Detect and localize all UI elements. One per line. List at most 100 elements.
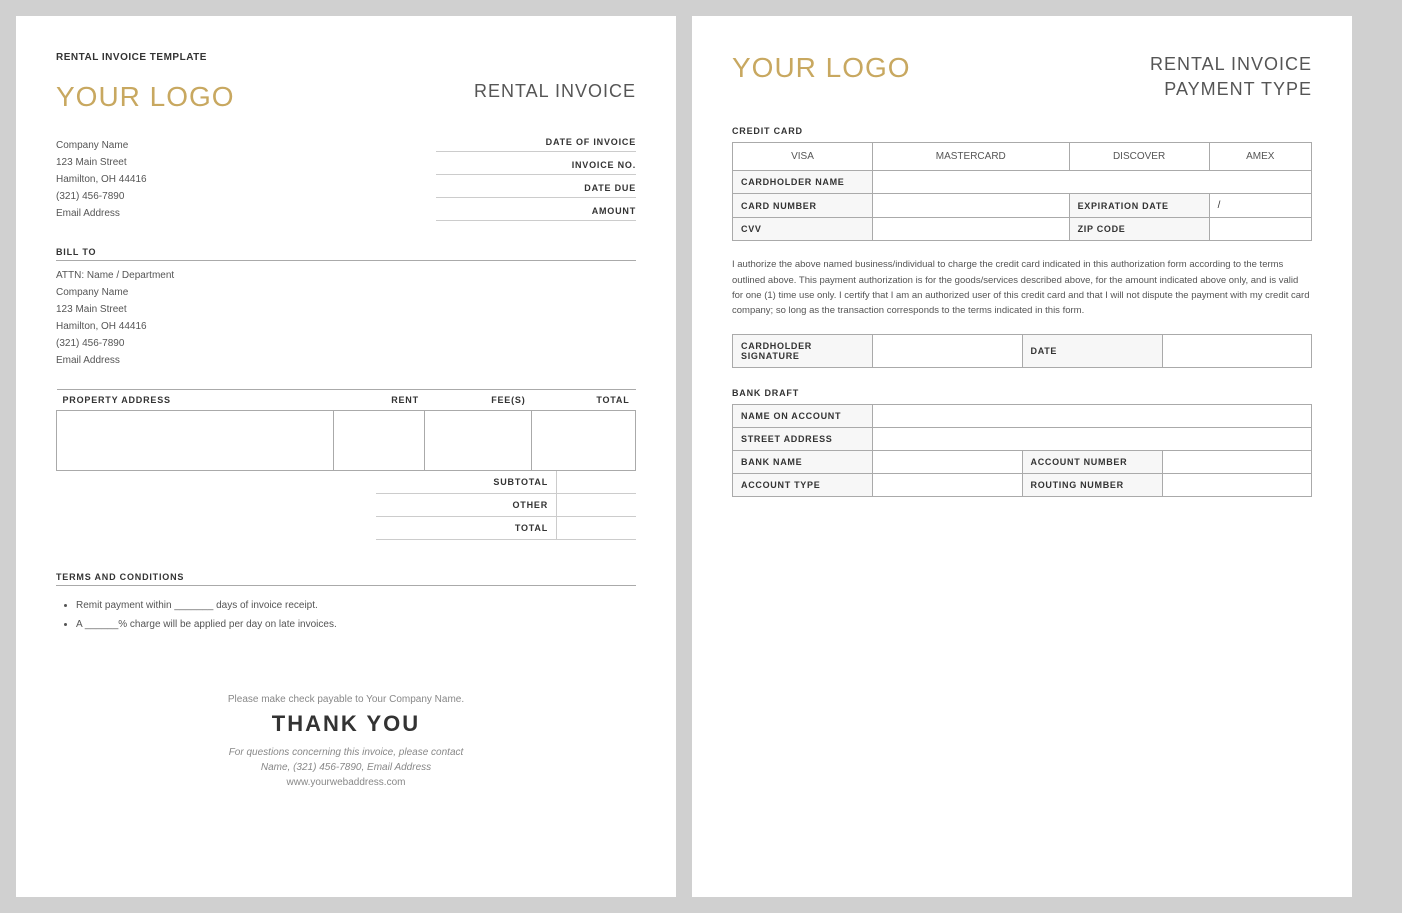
- cc-options-row: VISA MASTERCARD DISCOVER AMEX: [733, 143, 1312, 171]
- col-property-address: PROPERTY ADDRESS: [57, 390, 334, 411]
- routing-number-label: ROUTING NUMBER: [1022, 474, 1162, 497]
- account-type-row: ACCOUNT TYPE ROUTING NUMBER: [733, 474, 1312, 497]
- bill-to-company: Company Name: [56, 284, 636, 301]
- name-on-account-label: NAME ON ACCOUNT: [733, 405, 873, 428]
- company-phone: (321) 456-7890: [56, 188, 147, 205]
- bank-name-row: BANK NAME ACCOUNT NUMBER: [733, 451, 1312, 474]
- cc-amex: AMEX: [1209, 143, 1311, 171]
- footer-thank-you: THANK YOU: [56, 711, 636, 737]
- bank-draft-section: BANK DRAFT NAME ON ACCOUNT STREET ADDRES…: [732, 388, 1312, 497]
- account-number-label: ACCOUNT NUMBER: [1022, 451, 1162, 474]
- total-value: [556, 517, 636, 539]
- signature-table: CARDHOLDERSIGNATURE DATE: [732, 334, 1312, 368]
- zip-code-value: [1209, 218, 1311, 241]
- amount-field: AMOUNT: [436, 206, 636, 221]
- totals-section: SUBTOTAL OTHER TOTAL: [56, 471, 636, 540]
- account-number-value: [1162, 451, 1312, 474]
- other-label: OTHER: [376, 496, 556, 514]
- date-due-label: DATE DUE: [436, 183, 636, 193]
- bill-to-attn: ATTN: Name / Department: [56, 267, 636, 284]
- total-row: TOTAL: [376, 517, 636, 540]
- terms-section: TERMS AND CONDITIONS Remit payment withi…: [56, 572, 636, 634]
- company-city: Hamilton, OH 44416: [56, 171, 147, 188]
- right-header: YOUR LOGO RENTAL INVOICE PAYMENT TYPE: [732, 52, 1312, 102]
- date-fields: DATE OF INVOICE INVOICE NO. DATE DUE AMO…: [436, 137, 636, 229]
- card-number-label: CARD NUMBER: [733, 194, 873, 218]
- street-address-value: [873, 428, 1312, 451]
- cvv-label: CVV: [733, 218, 873, 241]
- account-type-value: [873, 474, 1023, 497]
- cardholder-name-value: [873, 171, 1312, 194]
- company-logo: YOUR LOGO: [56, 81, 235, 113]
- name-on-account-row: NAME ON ACCOUNT: [733, 405, 1312, 428]
- invoice-no-label: INVOICE NO.: [436, 160, 636, 170]
- expiration-date-value: /: [1209, 194, 1311, 218]
- table-row: [57, 411, 636, 471]
- expiration-date-label: EXPIRATION DATE: [1069, 194, 1209, 218]
- footer-section: Please make check payable to Your Compan…: [56, 694, 636, 788]
- left-page: RENTAL INVOICE TEMPLATE YOUR LOGO RENTAL…: [16, 16, 676, 897]
- cvv-row: CVV ZIP CODE: [733, 218, 1312, 241]
- invoice-title: RENTAL INVOICE: [474, 81, 636, 102]
- credit-card-label: CREDIT CARD: [732, 126, 1312, 136]
- fees-cell: [425, 411, 532, 471]
- company-email: Email Address: [56, 205, 147, 222]
- invoice-no-field: INVOICE NO.: [436, 160, 636, 175]
- card-number-value: [873, 194, 1070, 218]
- street-address-label: STREET ADDRESS: [733, 428, 873, 451]
- company-street: 123 Main Street: [56, 154, 147, 171]
- footer-check-payable: Please make check payable to Your Compan…: [56, 694, 636, 705]
- rent-cell: [334, 411, 425, 471]
- footer-website: www.yourwebaddress.com: [56, 777, 636, 788]
- date-value: [1162, 335, 1312, 368]
- col-rent: RENT: [334, 390, 425, 411]
- property-table: PROPERTY ADDRESS RENT FEE(S) TOTAL: [56, 389, 636, 471]
- right-page: YOUR LOGO RENTAL INVOICE PAYMENT TYPE CR…: [692, 16, 1352, 897]
- bill-to-section: BILL TO ATTN: Name / Department Company …: [56, 247, 636, 369]
- cardholder-name-label: CARDHOLDER NAME: [733, 171, 873, 194]
- col-fees: FEE(S): [425, 390, 532, 411]
- bill-to-city: Hamilton, OH 44416: [56, 318, 636, 335]
- cvv-value: [873, 218, 1070, 241]
- other-row: OTHER: [376, 494, 636, 517]
- bill-to-phone: (321) 456-7890: [56, 335, 636, 352]
- bill-to-label: BILL TO: [56, 247, 636, 261]
- info-date-row: Company Name 123 Main Street Hamilton, O…: [56, 137, 636, 229]
- bank-name-value: [873, 451, 1023, 474]
- terms-item-2: A ______% charge will be applied per day…: [76, 615, 636, 634]
- subtotal-row: SUBTOTAL: [376, 471, 636, 494]
- right-title-line2: PAYMENT TYPE: [1164, 79, 1312, 99]
- right-title-line1: RENTAL INVOICE: [1150, 54, 1312, 74]
- company-info: Company Name 123 Main Street Hamilton, O…: [56, 137, 147, 229]
- account-type-label: ACCOUNT TYPE: [733, 474, 873, 497]
- street-address-row: STREET ADDRESS: [733, 428, 1312, 451]
- subtotal-value: [556, 471, 636, 493]
- other-value: [556, 494, 636, 516]
- subtotal-label: SUBTOTAL: [376, 473, 556, 491]
- logo-invoice-row: YOUR LOGO RENTAL INVOICE: [56, 81, 636, 113]
- bank-draft-label: BANK DRAFT: [732, 388, 1312, 398]
- terms-item-1: Remit payment within _______ days of inv…: [76, 596, 636, 615]
- amount-label: AMOUNT: [436, 206, 636, 216]
- property-address-cell: [57, 411, 334, 471]
- footer-contact-info: Name, (321) 456-7890, Email Address: [56, 762, 636, 773]
- date-label: DATE: [1022, 335, 1162, 368]
- right-logo: YOUR LOGO: [732, 52, 911, 84]
- footer-questions: For questions concerning this invoice, p…: [56, 747, 636, 758]
- date-of-invoice-field: DATE OF INVOICE: [436, 137, 636, 152]
- card-number-row: CARD NUMBER EXPIRATION DATE /: [733, 194, 1312, 218]
- bank-draft-table: NAME ON ACCOUNT STREET ADDRESS BANK NAME…: [732, 404, 1312, 497]
- cc-mastercard: MASTERCARD: [873, 143, 1070, 171]
- cardholder-signature-label: CARDHOLDERSIGNATURE: [733, 335, 873, 368]
- page-title: RENTAL INVOICE TEMPLATE: [56, 52, 636, 63]
- date-due-field: DATE DUE: [436, 183, 636, 198]
- bank-name-label: BANK NAME: [733, 451, 873, 474]
- terms-label: TERMS AND CONDITIONS: [56, 572, 636, 586]
- credit-card-section: CREDIT CARD VISA MASTERCARD DISCOVER AME…: [732, 126, 1312, 241]
- bill-to-info: ATTN: Name / Department Company Name 123…: [56, 267, 636, 369]
- cc-visa: VISA: [733, 143, 873, 171]
- terms-list: Remit payment within _______ days of inv…: [56, 596, 636, 634]
- total-label: TOTAL: [376, 519, 556, 537]
- routing-number-value: [1162, 474, 1312, 497]
- bill-to-street: 123 Main Street: [56, 301, 636, 318]
